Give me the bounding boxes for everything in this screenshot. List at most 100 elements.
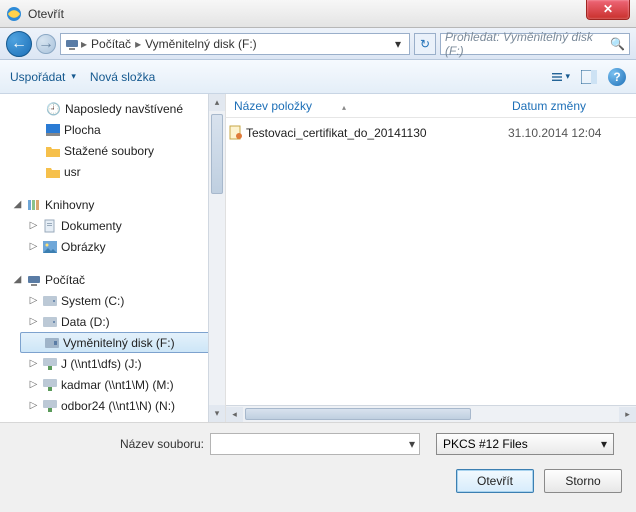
view-options-button[interactable] — [552, 68, 570, 86]
file-list: Název položky Datum změny Testovaci_cert… — [226, 94, 636, 422]
chevron-down-icon[interactable]: ▾ — [409, 437, 415, 451]
close-button[interactable]: ✕ — [586, 0, 630, 20]
drive-icon — [43, 317, 57, 327]
library-icon — [27, 198, 41, 212]
chevron-down-icon[interactable]: ▾ — [601, 437, 607, 451]
toolbar: Uspořádat Nová složka ? — [0, 60, 636, 94]
expand-icon[interactable]: ▷ — [28, 241, 39, 252]
sort-asc-icon — [312, 99, 346, 113]
bottom-panel: Název souboru: ▾ PKCS #12 Files ▾ Otevří… — [0, 422, 636, 512]
column-name[interactable]: Název položky — [226, 99, 508, 113]
tree-desktop[interactable]: Plocha — [0, 119, 225, 140]
drive-icon — [43, 296, 57, 306]
breadcrumb-item[interactable]: Počítač — [89, 37, 133, 51]
refresh-button[interactable]: ↻ — [414, 33, 436, 55]
tree-item-label: System (C:) — [61, 294, 124, 308]
tree-system-c[interactable]: ▷ System (C:) — [0, 290, 225, 311]
file-date: 31.10.2014 12:04 — [508, 126, 636, 140]
search-icon: 🔍 — [610, 37, 625, 51]
tree-recent[interactable]: 🕘 Naposledy navštívené — [0, 98, 225, 119]
scroll-right-arrow[interactable]: ▸ — [619, 407, 636, 422]
titlebar: Otevřít ✕ — [0, 0, 636, 28]
new-folder-button[interactable]: Nová složka — [90, 70, 155, 84]
documents-icon — [43, 219, 57, 233]
column-date[interactable]: Datum změny — [508, 99, 636, 113]
navbar: ← → ▸ Počítač ▸ Vyměnitelný disk (F:) ▾ … — [0, 28, 636, 60]
preview-pane-button[interactable] — [580, 68, 598, 86]
folder-tree: 🕘 Naposledy navštívené Plocha Stažené so… — [0, 94, 226, 422]
file-list-body[interactable]: Testovaci_certifikat_do_20141130 31.10.2… — [226, 118, 636, 405]
expand-icon[interactable]: ▷ — [28, 295, 39, 306]
tree-net-n[interactable]: ▷ odbor24 (\\nt1\N) (N:) — [0, 395, 225, 416]
scroll-track[interactable] — [243, 407, 619, 422]
expand-icon[interactable]: ▷ — [28, 400, 39, 411]
search-input[interactable]: Prohledat: Vyměnitelný disk (F:) 🔍 — [440, 33, 630, 55]
scroll-thumb[interactable] — [245, 408, 471, 420]
tree-downloads[interactable]: Stažené soubory — [0, 140, 225, 161]
chevron-right-icon: ▸ — [81, 37, 87, 51]
folder-icon — [46, 166, 60, 178]
breadcrumb-dropdown[interactable]: ▾ — [391, 37, 405, 51]
back-button[interactable]: ← — [6, 31, 32, 57]
tree-item-label: Dokumenty — [61, 219, 122, 233]
folder-icon — [46, 145, 60, 157]
expand-icon[interactable]: ▷ — [28, 316, 39, 327]
tree-removable-f[interactable]: Vyměnitelný disk (F:) — [20, 332, 219, 353]
tree-item-label: Obrázky — [61, 240, 106, 254]
computer-icon — [65, 37, 79, 51]
tree-item-label: Data (D:) — [61, 315, 110, 329]
tree-item-label: usr — [64, 165, 81, 179]
tree-item-label: J (\\nt1\dfs) (J:) — [61, 357, 142, 371]
column-label: Název položky — [234, 99, 312, 113]
ie-icon — [6, 6, 22, 22]
network-drive-icon — [43, 400, 57, 412]
open-button[interactable]: Otevřít — [456, 469, 534, 493]
organize-menu[interactable]: Uspořádat — [10, 70, 76, 84]
main-area: 🕘 Naposledy navštívené Plocha Stažené so… — [0, 94, 636, 422]
search-placeholder: Prohledat: Vyměnitelný disk (F:) — [445, 30, 610, 58]
tree-item-label: odbor24 (\\nt1\N) (N:) — [61, 399, 175, 413]
file-row[interactable]: Testovaci_certifikat_do_20141130 31.10.2… — [226, 122, 636, 144]
certificate-file-icon — [226, 125, 246, 141]
tree-scrollbar[interactable]: ▴ ▾ — [208, 94, 225, 422]
tree-usr[interactable]: usr — [0, 161, 225, 182]
expand-icon[interactable]: ▷ — [28, 220, 39, 231]
recent-icon: 🕘 — [46, 102, 61, 116]
tree-item-label: Stažené soubory — [64, 144, 154, 158]
network-drive-icon — [43, 358, 57, 370]
tree-item-label: Knihovny — [45, 198, 94, 212]
tree-computer[interactable]: ◢ Počítač — [0, 269, 225, 290]
tree-data-d[interactable]: ▷ Data (D:) — [0, 311, 225, 332]
collapse-icon[interactable]: ◢ — [12, 274, 23, 285]
pictures-icon — [43, 241, 57, 253]
scroll-left-arrow[interactable]: ◂ — [226, 407, 243, 422]
tree-documents[interactable]: ▷ Dokumenty — [0, 215, 225, 236]
help-button[interactable]: ? — [608, 68, 626, 86]
forward-button[interactable]: → — [36, 34, 56, 54]
network-drive-icon — [43, 379, 57, 391]
file-list-hscrollbar[interactable]: ◂ ▸ — [226, 405, 636, 422]
tree-net-m[interactable]: ▷ kadmar (\\nt1\M) (M:) — [0, 374, 225, 395]
breadcrumb[interactable]: ▸ Počítač ▸ Vyměnitelný disk (F:) ▾ — [60, 33, 410, 55]
file-type-filter[interactable]: PKCS #12 Files ▾ — [436, 433, 614, 455]
expand-icon[interactable]: ▷ — [28, 358, 39, 369]
tree-net-j[interactable]: ▷ J (\\nt1\dfs) (J:) — [0, 353, 225, 374]
tree-pictures[interactable]: ▷ Obrázky — [0, 236, 225, 257]
tree-libraries[interactable]: ◢ Knihovny — [0, 194, 225, 215]
scroll-thumb[interactable] — [211, 114, 223, 194]
collapse-icon[interactable]: ◢ — [12, 199, 23, 210]
filename-input[interactable]: ▾ — [210, 433, 420, 455]
tree-item-label: Plocha — [64, 123, 101, 137]
tree-item-label: Naposledy navštívené — [65, 102, 183, 116]
expand-icon[interactable]: ▷ — [28, 379, 39, 390]
desktop-icon — [46, 124, 60, 136]
file-name: Testovaci_certifikat_do_20141130 — [246, 126, 508, 140]
scroll-down-arrow[interactable]: ▾ — [209, 405, 225, 422]
breadcrumb-item[interactable]: Vyměnitelný disk (F:) — [143, 37, 259, 51]
cancel-button[interactable]: Storno — [544, 469, 622, 493]
scroll-up-arrow[interactable]: ▴ — [209, 94, 225, 111]
file-list-header: Název položky Datum změny — [226, 94, 636, 118]
chevron-right-icon: ▸ — [135, 37, 141, 51]
tree-item-label: kadmar (\\nt1\M) (M:) — [61, 378, 174, 392]
filename-label: Název souboru: — [14, 437, 204, 451]
